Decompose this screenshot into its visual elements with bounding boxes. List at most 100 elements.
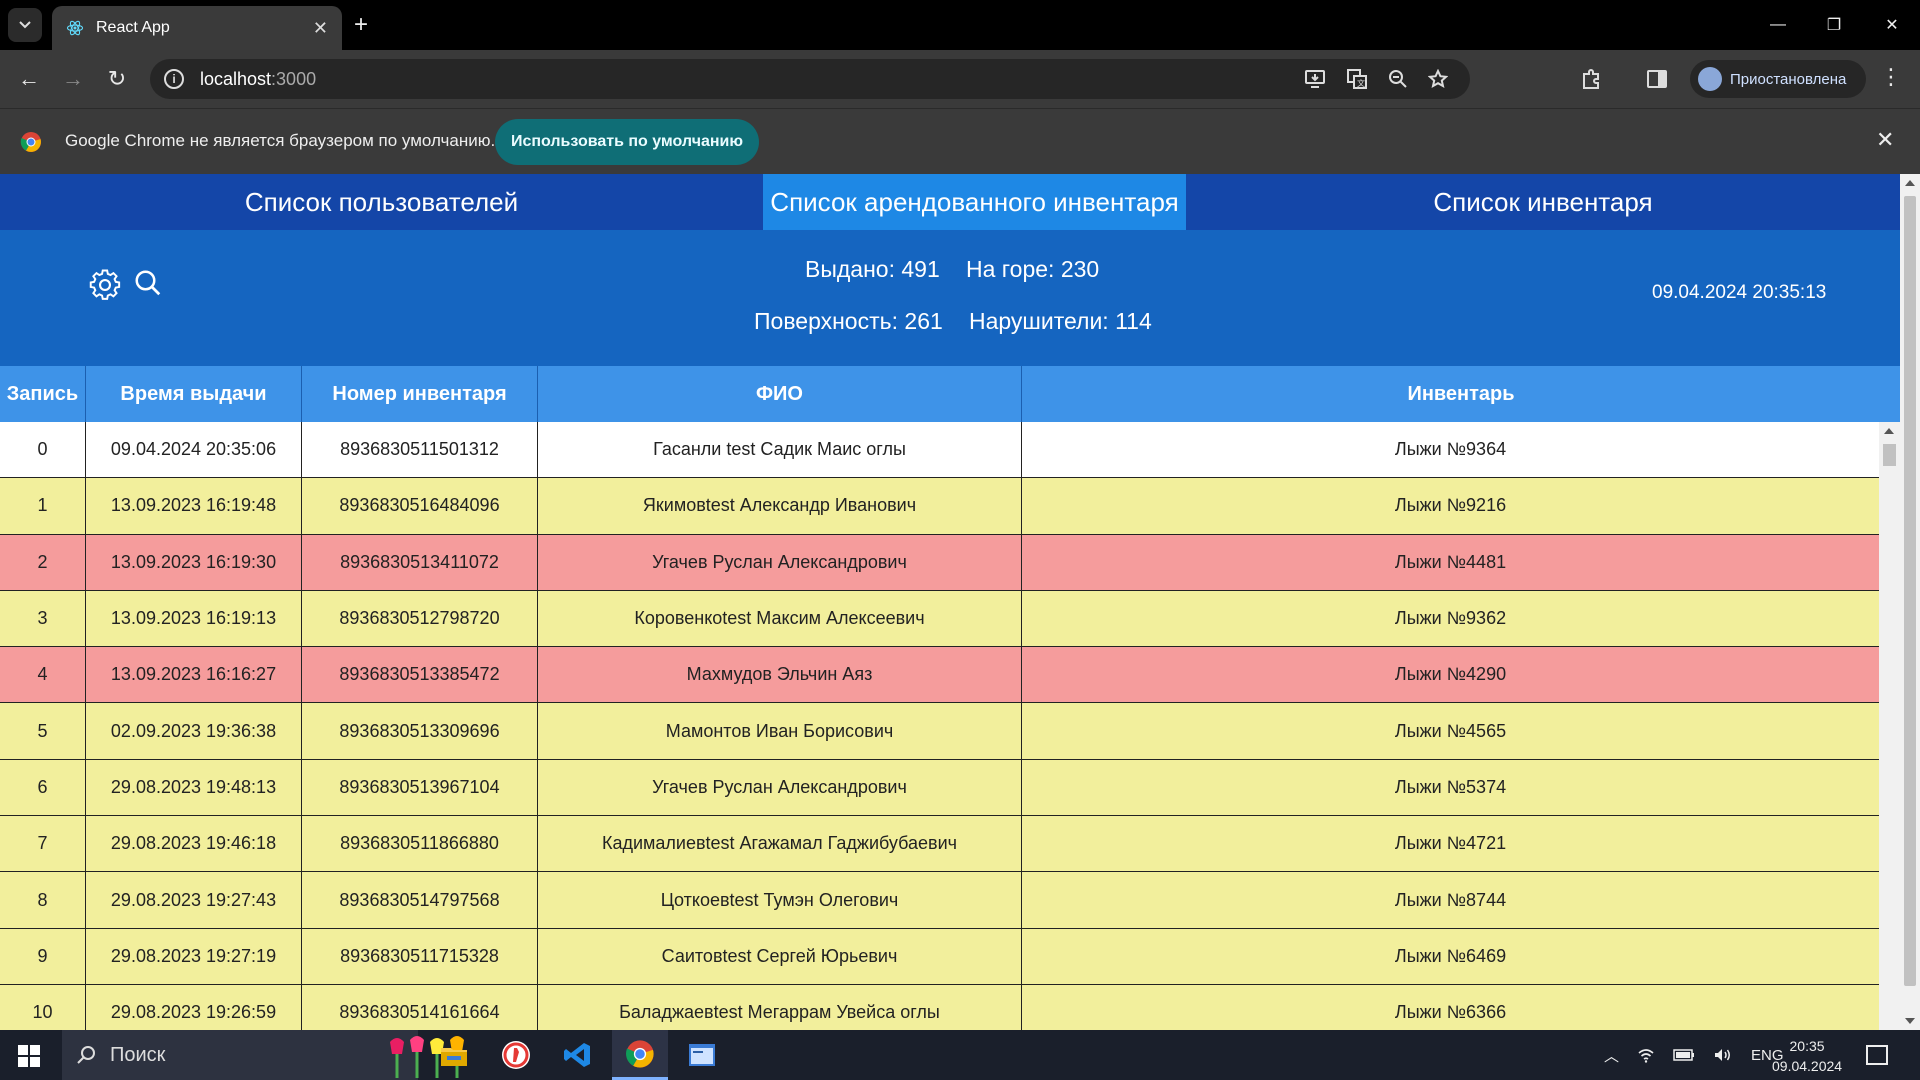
cell-number: 8936830513385472: [302, 647, 538, 703]
chrome-menu-icon[interactable]: ⋮: [1880, 66, 1902, 88]
avatar: [1698, 67, 1722, 91]
issued-count: Выдано: 491: [805, 256, 940, 282]
cell-time: 29.08.2023 19:27:19: [86, 928, 302, 984]
tab-title: React App: [96, 19, 170, 36]
back-button[interactable]: ←: [14, 64, 44, 94]
new-tab-button[interactable]: +: [354, 13, 368, 37]
cell-number: 8936830513411072: [302, 534, 538, 590]
cell-record: 1: [0, 478, 86, 534]
cell-number: 8936830512798720: [302, 590, 538, 647]
scroll-down-icon[interactable]: [1905, 1018, 1915, 1024]
chevron-down-icon: [19, 21, 31, 29]
battery-icon[interactable]: [1673, 1049, 1695, 1061]
cell-record: 3: [0, 590, 86, 647]
cell-time: 29.08.2023 19:48:13: [86, 759, 302, 816]
search-icon[interactable]: [133, 268, 163, 298]
cell-name: Якимовtest Александр Иванович: [538, 478, 1022, 534]
table-row[interactable]: 0 09.04.2024 20:35:06 8936830511501312 Гаса…: [0, 422, 1879, 479]
table-row[interactable]: 2 13.09.2023 16:19:30 8936830513411072 Угач…: [0, 534, 1879, 591]
minimize-button[interactable]: —: [1750, 0, 1806, 50]
table-row[interactable]: 8 29.08.2023 19:27:43 8936830514797568 Цотк…: [0, 872, 1879, 929]
yandex-browser-icon[interactable]: [488, 1030, 544, 1080]
scroll-thumb[interactable]: [1883, 444, 1896, 466]
table-row[interactable]: 10 29.08.2023 19:26:59 8936830514161664 Бал…: [0, 984, 1879, 1030]
file-explorer-icon[interactable]: [426, 1030, 482, 1080]
cell-record: 8: [0, 872, 86, 928]
tab-inventory[interactable]: Список инвентаря: [1186, 174, 1900, 230]
terminal-app-icon[interactable]: [674, 1030, 730, 1080]
windows-start-icon[interactable]: [18, 1045, 40, 1067]
translate-icon[interactable]: 文: [1346, 68, 1368, 90]
table-row[interactable]: 4 13.09.2023 16:16:27 8936830513385472 Махм…: [0, 647, 1879, 704]
cell-item: Лыжи №5374: [1394, 776, 1507, 797]
restore-button[interactable]: ❐: [1806, 0, 1862, 50]
close-window-button[interactable]: ✕: [1864, 0, 1920, 50]
extensions-icon[interactable]: [1577, 65, 1605, 93]
search-icon: [77, 1046, 95, 1064]
cell-time: 13.09.2023 16:19:30: [86, 534, 302, 590]
cell-item: Лыжи №4481: [1394, 551, 1507, 572]
cell-item: Лыжи №4565: [1394, 720, 1507, 741]
install-app-icon[interactable]: [1304, 69, 1326, 89]
cell-number: 8936830511715328: [302, 928, 538, 984]
page-scrollbar[interactable]: [1900, 174, 1920, 1030]
column-header-number[interactable]: Номер инвентаря: [302, 366, 538, 422]
reload-button[interactable]: ↻: [102, 64, 132, 94]
taskbar-clock[interactable]: 20:35 09.04.2024: [1772, 1036, 1842, 1076]
tab-search-button[interactable]: [8, 8, 42, 42]
scroll-up-icon[interactable]: [1884, 428, 1894, 434]
cell-name: Цоткоевtest Тумэн Олегович: [538, 872, 1022, 928]
cell-name: Угачев Руслан Александрович: [538, 534, 1022, 590]
gear-icon[interactable]: [88, 268, 122, 302]
column-header-name[interactable]: ФИО: [538, 366, 1022, 422]
cell-name: Баладжаевtest Мегаррам Увейса оглы: [538, 984, 1022, 1030]
cell-name: Мамонтов Иван Борисович: [538, 703, 1022, 759]
table-row[interactable]: 5 02.09.2023 19:36:38 8936830513309696 Мамо…: [0, 703, 1879, 760]
taskbar-search[interactable]: Поиск: [62, 1030, 464, 1080]
cell-number: 8936830513309696: [302, 703, 538, 759]
chevron-up-icon[interactable]: ︿: [1604, 1045, 1619, 1066]
bookmark-star-icon[interactable]: [1428, 69, 1448, 89]
cell-record: 10: [0, 984, 86, 1030]
cell-number: 8936830514797568: [302, 872, 538, 928]
cell-record: 5: [0, 703, 86, 759]
cell-item: Лыжи №9216: [1394, 495, 1507, 516]
column-header-item[interactable]: Инвентарь: [1022, 366, 1900, 422]
forward-button[interactable]: →: [58, 64, 88, 94]
set-default-browser-button[interactable]: Использовать по умолчанию: [495, 119, 759, 165]
volume-icon[interactable]: [1713, 1047, 1733, 1063]
table-row[interactable]: 3 13.09.2023 16:19:13 8936830512798720 Коро…: [0, 590, 1879, 648]
side-panel-icon[interactable]: [1643, 65, 1671, 93]
table-scrollbar[interactable]: [1879, 422, 1900, 1030]
tab-close-icon[interactable]: ✕: [313, 18, 328, 39]
cell-item: Лыжи №6366: [1394, 1002, 1507, 1023]
table-row[interactable]: 6 29.08.2023 19:48:13 8936830513967104 Угач…: [0, 759, 1879, 817]
system-tray: ︿ ENG: [1604, 1030, 1784, 1080]
wifi-icon[interactable]: [1637, 1047, 1655, 1063]
scroll-thumb[interactable]: [1904, 196, 1916, 986]
infobar-message: Google Chrome не является браузером по у…: [65, 131, 496, 150]
chrome-taskbar-icon[interactable]: [612, 1030, 668, 1080]
tab-rented-inventory[interactable]: Список арендованного инвентаря: [763, 174, 1186, 230]
zoom-icon[interactable]: [1388, 69, 1408, 89]
site-info-icon[interactable]: i: [164, 69, 184, 89]
notifications-icon[interactable]: [1866, 1045, 1888, 1065]
tab-users[interactable]: Список пользователей: [0, 174, 763, 230]
scroll-up-icon[interactable]: [1905, 180, 1915, 186]
table-row[interactable]: 7 29.08.2023 19:46:18 8936830511866880 Кади…: [0, 816, 1879, 873]
profile-button[interactable]: Приостановлена: [1690, 60, 1866, 98]
cell-number: 8936830511501312: [302, 422, 538, 478]
vscode-icon[interactable]: [550, 1030, 606, 1080]
browser-tab[interactable]: React App ✕: [52, 6, 342, 50]
cell-name: Гасанли test Садик Маис оглы: [538, 422, 1022, 478]
cell-item: Лыжи №4721: [1394, 833, 1507, 854]
close-icon[interactable]: ✕: [1876, 127, 1894, 153]
table-row[interactable]: 9 29.08.2023 19:27:19 8936830511715328 Саит…: [0, 928, 1879, 985]
cell-name: Кадималиевtest Агажамал Гаджибубаевич: [538, 816, 1022, 872]
browser-toolbar: ← → ↻ i localhost:3000 文 Приостановлена …: [0, 50, 1920, 108]
column-header-time[interactable]: Время выдачи: [86, 366, 302, 422]
column-header-record[interactable]: Запись: [0, 366, 86, 422]
table-row[interactable]: 1 13.09.2023 16:19:48 8936830516484096 Яким…: [0, 478, 1879, 535]
table-body: 0 09.04.2024 20:35:06 8936830511501312 Гаса…: [0, 422, 1900, 1030]
address-bar[interactable]: i localhost:3000 文: [150, 59, 1470, 99]
